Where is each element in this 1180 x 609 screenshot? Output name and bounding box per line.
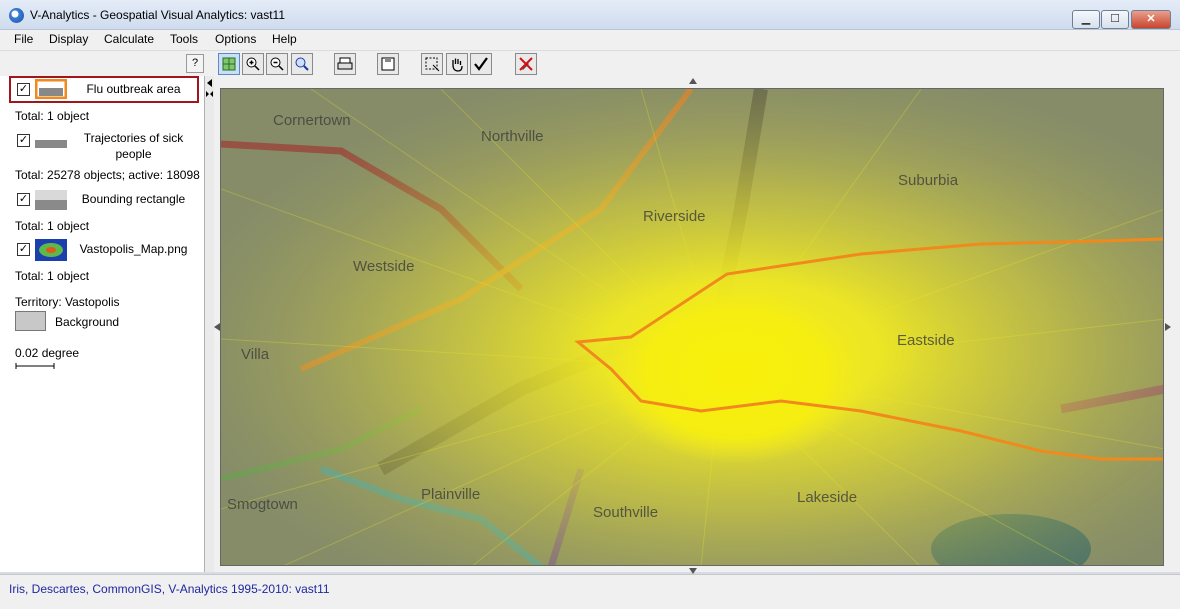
layer-total: Total: 25278 objects; active: 18098 (15, 168, 200, 182)
pan-map-button[interactable] (291, 53, 313, 75)
select-area-button[interactable] (421, 53, 443, 75)
checkmark-icon (474, 57, 488, 71)
district-label: Southville (593, 504, 658, 521)
pan-right-arrow-icon[interactable] (1165, 323, 1171, 331)
close-button[interactable]: ✕ (1131, 10, 1171, 29)
scale-label: 0.02 degree (15, 346, 80, 360)
layer-name: Flu outbreak area (86, 82, 181, 96)
zoom-out-icon (270, 57, 284, 71)
district-label: Riverside (643, 208, 706, 225)
minimize-button[interactable]: ▁ (1072, 10, 1100, 29)
fit-extent-icon (222, 57, 236, 71)
layer-checkbox[interactable]: ✓ (17, 243, 30, 256)
legend-layer-bounding-rectangle[interactable]: ✓ Bounding rectangle (0, 188, 205, 212)
print-icon (337, 57, 353, 70)
layer-name: Vastopolis_Map.png (79, 242, 188, 256)
legend-layer-vastopolis-map[interactable]: ✓ Vastopolis_Map.png (0, 238, 205, 262)
menu-calculate[interactable]: Calculate (104, 32, 154, 46)
map-canvas[interactable]: Cornertown Northville Suburbia Riverside… (220, 88, 1164, 566)
zoom-in-icon (246, 57, 260, 71)
zoom-in-button[interactable] (242, 53, 264, 75)
menu-file[interactable]: File (14, 32, 33, 46)
district-label: Suburbia (898, 172, 959, 189)
district-label: Westside (353, 258, 414, 275)
legend-layer-flu-outbreak[interactable]: ✓ Flu outbreak area (0, 76, 205, 104)
menu-options[interactable]: Options (215, 32, 256, 46)
layer-checkbox[interactable]: ✓ (17, 134, 30, 147)
hand-button[interactable] (446, 53, 468, 75)
layer-checkbox[interactable]: ✓ (17, 83, 30, 96)
zoom-out-button[interactable] (266, 53, 288, 75)
save-icon (381, 57, 395, 71)
pan-up-arrow-icon[interactable] (689, 78, 697, 84)
remove-selection-button[interactable] (515, 53, 537, 75)
title-bar: V-Analytics - Geospatial Visual Analytic… (0, 0, 1180, 30)
status-bar: Iris, Descartes, CommonGIS, V-Analytics … (0, 574, 1180, 609)
menu-display[interactable]: Display (49, 32, 88, 46)
menu-bar: File Display Calculate Tools Options Hel… (0, 30, 1180, 50)
territory-label: Territory: Vastopolis (15, 295, 120, 309)
layer-total: Total: 1 object (15, 109, 90, 123)
hand-icon (452, 58, 463, 72)
pan-map-icon (295, 57, 309, 71)
layer-checkbox[interactable]: ✓ (17, 193, 30, 206)
layer-total: Total: 1 object (15, 269, 90, 283)
apply-button[interactable] (470, 53, 492, 75)
menu-help[interactable]: Help (272, 32, 297, 46)
image-symbol-icon (35, 239, 67, 261)
status-text: Iris, Descartes, CommonGIS, V-Analytics … (9, 582, 330, 596)
maximize-button[interactable]: ☐ (1101, 10, 1129, 29)
background-swatch[interactable] (15, 311, 46, 331)
layer-name: Bounding rectangle (81, 192, 186, 206)
district-label: Lakeside (797, 489, 857, 506)
district-label: Northville (481, 128, 544, 145)
legend-layer-trajectories[interactable]: ✓ Trajectories of sick people (0, 130, 205, 164)
district-label: Plainville (421, 486, 480, 503)
toolbar: ? (0, 50, 1180, 77)
select-area-icon (425, 57, 440, 72)
layer-name: Trajectories of sick people (83, 131, 184, 161)
district-label: Cornertown (273, 112, 351, 129)
layer-total: Total: 1 object (15, 219, 90, 233)
district-label: Eastside (897, 332, 955, 349)
menu-tools[interactable]: Tools (170, 32, 198, 46)
window-title: V-Analytics - Geospatial Visual Analytic… (30, 8, 286, 22)
remove-selection-icon (519, 57, 533, 71)
district-label: Smogtown (227, 496, 298, 513)
map-view: Cornertown Northville Suburbia Riverside… (221, 89, 1163, 565)
outbreak-core-density (606, 284, 866, 464)
background-label: Background (55, 315, 120, 329)
splitter-arrows-icon (206, 79, 213, 97)
print-button[interactable] (334, 53, 356, 75)
legend-panel: ✓ Flu outbreak area Total: 1 object ✓ Tr… (0, 76, 205, 572)
line-symbol-icon (35, 140, 67, 148)
scale-bar (15, 363, 55, 369)
district-label: Villa (241, 346, 270, 363)
help-button[interactable]: ? (186, 54, 204, 73)
fit-extent-button[interactable] (218, 53, 240, 75)
app-logo-icon (9, 8, 24, 23)
rectangle-symbol-icon (35, 190, 67, 210)
panel-splitter[interactable] (205, 76, 214, 572)
polygon-symbol-icon (35, 79, 67, 99)
save-button[interactable] (377, 53, 399, 75)
